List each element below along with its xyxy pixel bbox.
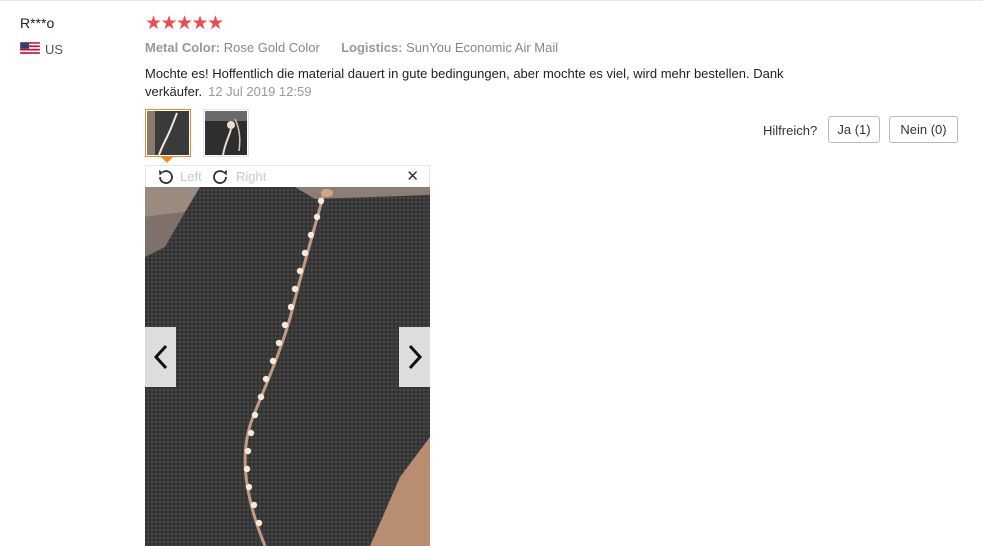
helpful-no-button[interactable]: Nein (0) — [889, 116, 958, 143]
review-photo-thumbnail-2[interactable] — [203, 109, 249, 157]
attribute-value-logistics: SunYou Economic Air Mail — [406, 40, 559, 55]
rotate-right-icon — [213, 170, 227, 184]
us-flag-icon — [20, 42, 40, 54]
review-body: Mochte es! Hoffentlich die material daue… — [145, 65, 835, 101]
reviewer-name: R***o — [20, 15, 55, 31]
rotate-left-label: Left — [180, 169, 202, 184]
top-divider — [0, 0, 983, 1]
prev-photo-button[interactable] — [145, 327, 176, 387]
helpful-yes-button[interactable]: Ja (1) — [828, 116, 880, 143]
review-photo-thumbnail-1[interactable] — [145, 109, 191, 157]
star-icon: ★ — [160, 13, 178, 34]
rotate-right-label: Right — [236, 169, 267, 184]
attribute-value-metal-color: Rose Gold Color — [223, 40, 320, 55]
next-photo-button[interactable] — [399, 327, 430, 387]
photo-viewer-toolbar: Left Right ✕ — [145, 165, 430, 187]
star-rating: ★★★★★ — [145, 13, 225, 34]
chevron-right-icon — [408, 344, 422, 370]
close-viewer-button[interactable]: ✕ — [406, 167, 419, 187]
star-icon: ★ — [145, 13, 163, 34]
star-icon: ★ — [176, 13, 194, 34]
reviewer-country: US — [45, 42, 64, 57]
review-attributes: Metal Color: Rose Gold Color Logistics: … — [145, 40, 558, 55]
chevron-left-icon — [153, 344, 167, 370]
review-photo-large — [145, 187, 430, 546]
rotate-left-icon — [159, 170, 173, 184]
helpful-label: Hilfreich? — [763, 123, 818, 138]
rotate-left-button[interactable]: Left — [156, 168, 202, 186]
review-date: 12 Jul 2019 12:59 — [208, 84, 312, 99]
attribute-key-logistics: Logistics: — [341, 40, 403, 55]
attribute-key-metal-color: Metal Color: — [145, 40, 221, 55]
star-icon: ★ — [191, 13, 209, 34]
star-icon: ★ — [207, 13, 225, 34]
active-thumbnail-pointer — [161, 157, 173, 163]
rotate-right-button[interactable]: Right — [212, 168, 266, 186]
